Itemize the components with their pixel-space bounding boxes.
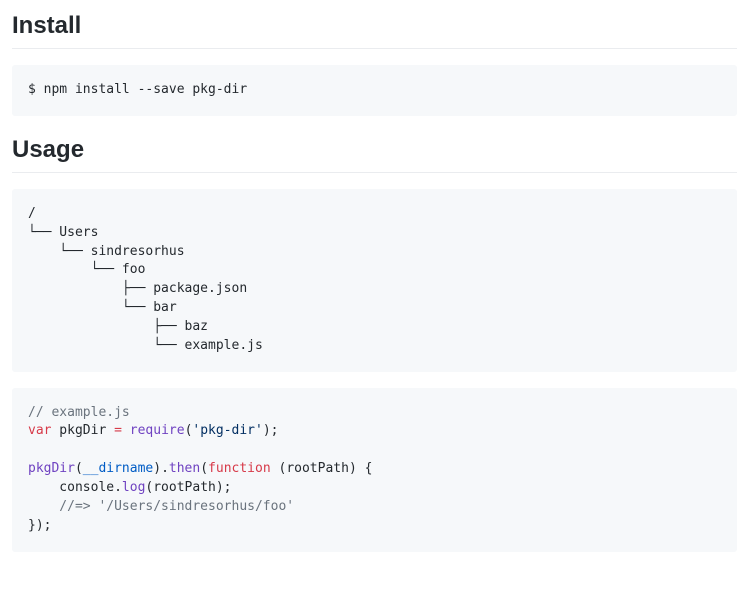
install-heading: Install bbox=[12, 12, 737, 49]
install-command: $ npm install --save pkg-dir bbox=[28, 82, 247, 97]
code-text: }); bbox=[28, 518, 51, 533]
install-code-block: $ npm install --save pkg-dir bbox=[12, 65, 737, 116]
code-text bbox=[122, 423, 130, 438]
code-operator: = bbox=[114, 423, 122, 438]
code-text: ). bbox=[153, 461, 169, 476]
code-text: ( bbox=[200, 461, 208, 476]
code-text: console. bbox=[28, 480, 122, 495]
install-section: Install $ npm install --save pkg-dir bbox=[12, 12, 737, 116]
code-text: ( bbox=[271, 461, 287, 476]
usage-code: // example.js var pkgDir = require ( 'pkg-… bbox=[28, 405, 372, 533]
code-comment: // example.js bbox=[28, 405, 130, 420]
usage-tree-block: / └── Users └── sindresorhus └── foo ├──… bbox=[12, 189, 737, 372]
code-builtin-dirname: __dirname bbox=[83, 461, 153, 476]
code-text: ( bbox=[75, 461, 83, 476]
code-text: ); bbox=[263, 423, 279, 438]
usage-tree: / └── Users └── sindresorhus └── foo ├──… bbox=[28, 206, 263, 353]
code-text: pkgDir bbox=[51, 423, 114, 438]
code-func-pkgdir: pkgDir bbox=[28, 461, 75, 476]
code-param: rootPath bbox=[286, 461, 349, 476]
code-string: 'pkg-dir' bbox=[192, 423, 262, 438]
code-text: (rootPath); bbox=[145, 480, 231, 495]
code-keyword-function: function bbox=[208, 461, 271, 476]
code-keyword-var: var bbox=[28, 423, 51, 438]
usage-section: Usage / └── Users └── sindresorhus └── f… bbox=[12, 136, 737, 552]
usage-code-block: // example.js var pkgDir = require ( 'pkg-… bbox=[12, 388, 737, 552]
code-func-require: require bbox=[130, 423, 185, 438]
code-comment: //=> '/Users/sindresorhus/foo' bbox=[28, 499, 294, 514]
usage-heading: Usage bbox=[12, 136, 737, 173]
code-text: ) { bbox=[349, 461, 372, 476]
code-func-then: then bbox=[169, 461, 200, 476]
code-func-log: log bbox=[122, 480, 145, 495]
